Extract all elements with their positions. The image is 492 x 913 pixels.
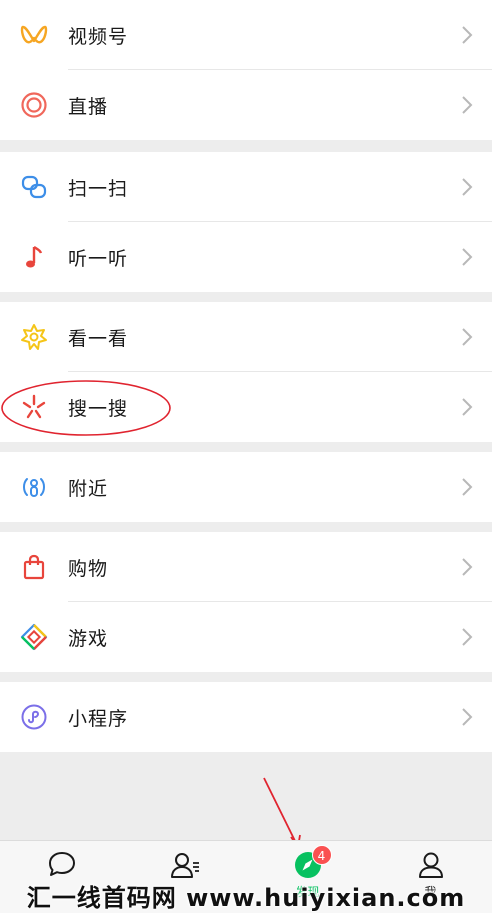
menu-item-mini-programs[interactable]: 小程序 [0, 682, 492, 752]
menu-item-label: 搜一搜 [68, 397, 129, 420]
discover-compass-icon: 4 [292, 845, 332, 881]
chevron-right-icon [460, 327, 474, 347]
menu-item-games[interactable]: 游戏 [0, 602, 492, 672]
search-sparkle-icon [18, 391, 50, 423]
chevron-right-icon [460, 397, 474, 417]
shopping-bag-icon [18, 551, 50, 583]
menu-item-channels[interactable]: 视频号 [0, 0, 492, 70]
menu-item-label: 小程序 [68, 707, 129, 730]
menu-group-scan: 扫一扫 听一听 [0, 152, 492, 292]
menu-item-label: 直播 [68, 95, 109, 118]
menu-item-label: 扫一扫 [68, 177, 129, 200]
chevron-right-icon [460, 25, 474, 45]
menu-item-label: 购物 [68, 557, 109, 580]
watermark-text: 汇一线首码网 www.huiyixian.com [26, 884, 466, 912]
menu-item-search[interactable]: 搜一搜 [0, 372, 492, 442]
top-stories-icon [18, 321, 50, 353]
menu-group-mini-programs: 小程序 [0, 682, 492, 752]
contacts-icon [169, 849, 201, 881]
menu-item-nearby[interactable]: 附近 [0, 452, 492, 522]
menu-group-stories: 看一看 搜一搜 [0, 302, 492, 442]
chevron-right-icon [460, 627, 474, 647]
menu-group-nearby: 附近 [0, 452, 492, 522]
chevron-right-icon [460, 95, 474, 115]
chevron-right-icon [460, 707, 474, 727]
menu-item-label: 听一听 [68, 247, 129, 270]
menu-item-shopping[interactable]: 购物 [0, 532, 492, 602]
chat-bubble-icon [46, 849, 78, 881]
menu-item-listen[interactable]: 听一听 [0, 222, 492, 292]
chevron-right-icon [460, 247, 474, 267]
chevron-right-icon [460, 557, 474, 577]
unread-badge: 4 [311, 845, 332, 865]
menu-group-shopping: 购物 游戏 [0, 532, 492, 672]
menu-item-label: 附近 [68, 477, 109, 500]
menu-item-label: 游戏 [68, 627, 109, 650]
discover-screen: 视频号 直播 扫一扫 听一听 看一看 搜一搜 附近 购物 游戏 小程序 4 发现… [0, 0, 492, 913]
games-icon [18, 621, 50, 653]
menu-group-channels: 视频号 直播 [0, 0, 492, 140]
channels-icon [18, 19, 50, 51]
music-note-icon [18, 241, 50, 273]
mini-programs-icon [18, 701, 50, 733]
menu-item-label: 视频号 [68, 25, 129, 48]
menu-item-top-stories[interactable]: 看一看 [0, 302, 492, 372]
menu-item-live[interactable]: 直播 [0, 70, 492, 140]
scan-icon [18, 171, 50, 203]
menu-item-label: 看一看 [68, 327, 129, 350]
me-icon [415, 849, 447, 881]
chevron-right-icon [460, 477, 474, 497]
nearby-icon [18, 471, 50, 503]
chevron-right-icon [460, 177, 474, 197]
menu-item-scan[interactable]: 扫一扫 [0, 152, 492, 222]
live-icon [18, 89, 50, 121]
